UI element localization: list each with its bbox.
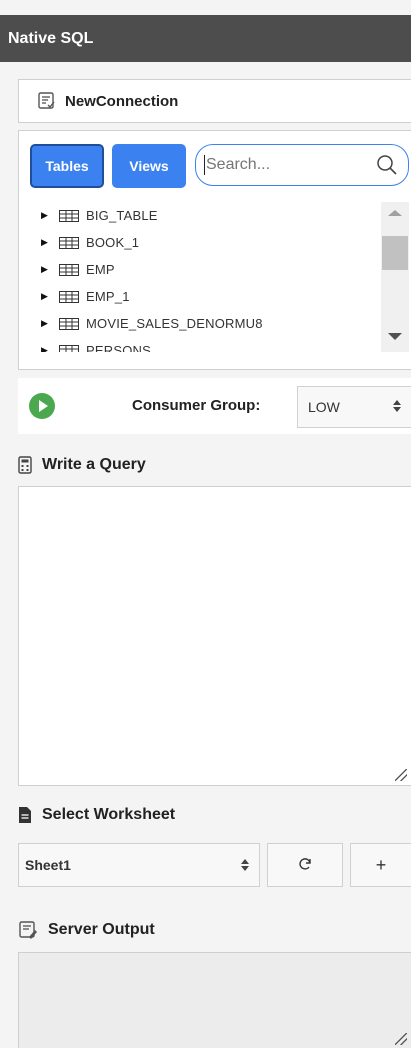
- views-button[interactable]: Views: [112, 144, 186, 188]
- connection-icon: [37, 91, 57, 111]
- connection-selector[interactable]: NewConnection: [18, 79, 411, 123]
- expand-arrow-icon[interactable]: ▶: [41, 291, 59, 302]
- worksheet-value: Sheet1: [25, 857, 71, 873]
- tree-item-label: MOVIE_SALES_DENORMU8: [86, 316, 263, 331]
- expand-arrow-icon[interactable]: ▶: [41, 345, 59, 352]
- tree-item[interactable]: ▶ MOVIE_SALES_DENORMU8: [41, 310, 379, 337]
- expand-arrow-icon[interactable]: ▶: [41, 264, 59, 275]
- table-icon: [59, 344, 79, 352]
- output-title: Server Output: [48, 921, 155, 938]
- table-icon: [59, 290, 79, 303]
- object-browser: Tables Views ▶ BIG_TABLE ▶ BOOK_1 ▶ EMP …: [18, 130, 411, 370]
- query-editor[interactable]: [18, 486, 411, 786]
- worksheet-select[interactable]: Sheet1: [18, 843, 260, 887]
- tree-item[interactable]: ▶ EMP: [41, 256, 379, 283]
- refresh-icon: [298, 855, 312, 876]
- worksheet-title: Select Worksheet: [42, 806, 176, 823]
- tree-item-label: EMP_1: [86, 289, 130, 304]
- tree-item-label: BOOK_1: [86, 235, 140, 250]
- tree-item-label: PERSONS: [86, 343, 151, 352]
- refresh-button[interactable]: [267, 843, 343, 887]
- tree-scrollbar[interactable]: [381, 202, 409, 352]
- run-bar: Consumer Group: LOW: [18, 378, 411, 434]
- table-tree: ▶ BIG_TABLE ▶ BOOK_1 ▶ EMP ▶ EMP_1 ▶ MOV…: [41, 202, 379, 352]
- scroll-down-icon[interactable]: [388, 333, 402, 340]
- output-icon: [18, 920, 38, 940]
- tree-item[interactable]: ▶ BOOK_1: [41, 229, 379, 256]
- tree-item[interactable]: ▶ BIG_TABLE: [41, 202, 379, 229]
- expand-arrow-icon[interactable]: ▶: [41, 237, 59, 248]
- calculator-icon: [18, 456, 32, 474]
- tables-button[interactable]: Tables: [30, 144, 104, 188]
- query-section-title: Write a Query: [18, 456, 146, 474]
- add-worksheet-button[interactable]: +: [350, 843, 411, 887]
- scroll-thumb[interactable]: [382, 236, 408, 270]
- table-icon: [59, 236, 79, 249]
- search-box[interactable]: [195, 144, 409, 186]
- tree-item-label: EMP: [86, 262, 115, 277]
- table-icon: [59, 263, 79, 276]
- consumer-group-value: LOW: [308, 399, 340, 415]
- select-arrows-icon: [241, 859, 249, 871]
- run-icon[interactable]: [29, 393, 55, 419]
- tree-item-label: BIG_TABLE: [86, 208, 158, 223]
- resize-handle-icon[interactable]: [395, 1033, 407, 1045]
- query-text[interactable]: [27, 495, 403, 777]
- expand-arrow-icon[interactable]: ▶: [41, 318, 59, 329]
- file-icon: [18, 806, 32, 824]
- query-title: Write a Query: [42, 456, 146, 473]
- consumer-group-select[interactable]: LOW: [297, 386, 411, 428]
- server-output-area[interactable]: [18, 952, 411, 1048]
- table-icon: [59, 317, 79, 330]
- search-icon[interactable]: [376, 154, 398, 181]
- connection-label: NewConnection: [65, 92, 179, 110]
- expand-arrow-icon[interactable]: ▶: [41, 210, 59, 221]
- output-section-title: Server Output: [18, 920, 155, 940]
- panel-title: Native SQL: [0, 15, 411, 62]
- consumer-group-label: Consumer Group:: [132, 397, 261, 414]
- tree-item[interactable]: ▶ PERSONS: [41, 337, 379, 352]
- resize-handle-icon[interactable]: [395, 769, 407, 781]
- worksheet-section-title: Select Worksheet: [18, 806, 175, 824]
- select-arrows-icon: [393, 400, 401, 412]
- scroll-up-icon[interactable]: [388, 210, 402, 216]
- tree-item[interactable]: ▶ EMP_1: [41, 283, 379, 310]
- table-icon: [59, 209, 79, 222]
- search-input[interactable]: [204, 155, 368, 175]
